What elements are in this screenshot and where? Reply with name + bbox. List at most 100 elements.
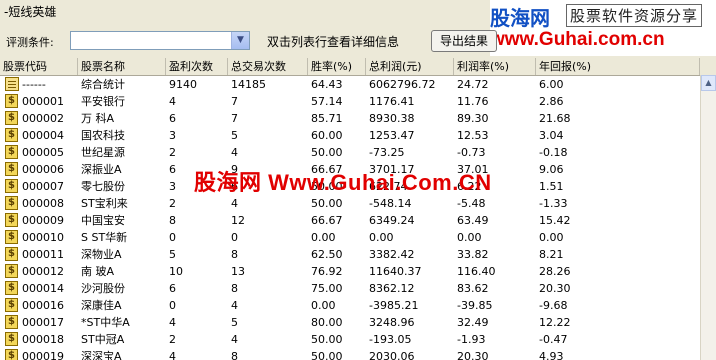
dollar-icon: $ (5, 247, 18, 261)
table-row[interactable]: 000017 *ST中华A 4 5 80.00 3248.96 32.49 12.22 $ (0, 314, 700, 331)
cell-wins: 6 (169, 282, 176, 295)
column-header-profit[interactable]: 总利润(元) (366, 58, 454, 75)
table-header: 股票代码 股票名称 盈利次数 总交易次数 胜率(%) 总利润(元) 利润率(%)… (0, 58, 700, 76)
dollar-icon: $ (5, 213, 18, 227)
cell-rate: 24.72 (457, 78, 489, 91)
cell-rate: 32.49 (457, 316, 489, 329)
cell-rate: 0.00 (457, 231, 482, 244)
dollar-icon: $ (5, 298, 18, 312)
column-header-code[interactable]: 股票代码 (0, 58, 78, 75)
scroll-up-icon[interactable]: ▲ (701, 75, 716, 91)
dollar-icon: $ (5, 264, 18, 278)
cell-winrate: 60.00 (311, 129, 343, 142)
dollar-icon: $ (5, 162, 18, 176)
table-row[interactable]: 000019 深深宝A 4 8 50.00 2030.06 20.30 4.93 $ (0, 348, 700, 360)
table-row[interactable]: 000001 平安银行 4 7 57.14 1176.41 11.76 2.86 $ (0, 93, 700, 110)
cell-name: 平安银行 (81, 95, 125, 108)
vertical-scrollbar[interactable]: ▲ (700, 75, 716, 360)
cell-name: 深物业A (81, 248, 122, 261)
cell-name: 零七股份 (81, 180, 125, 193)
cell-wins: 0 (169, 231, 176, 244)
export-button[interactable]: 导出结果 (431, 30, 497, 52)
cell-winrate: 50.00 (311, 197, 343, 210)
table-row[interactable]: 000011 深物业A 5 8 62.50 3382.42 33.82 8.21 $ (0, 246, 700, 263)
cell-annual: 2.86 (539, 95, 564, 108)
cell-rate: 89.30 (457, 112, 489, 125)
table-row[interactable]: 000002 万 科A 6 7 85.71 8930.38 89.30 21.68 $ (0, 110, 700, 127)
cell-winrate: 80.00 (311, 316, 343, 329)
cell-wins: 0 (169, 299, 176, 312)
cell-name: 万 科A (81, 112, 115, 125)
dollar-icon: $ (5, 281, 18, 295)
cell-annual: -0.18 (539, 146, 568, 159)
cell-wins: 2 (169, 197, 176, 210)
cell-name: 国农科技 (81, 129, 125, 142)
chevron-down-icon[interactable]: ▼ (231, 32, 249, 49)
dollar-icon: $ (5, 94, 18, 108)
cell-trades: 7 (231, 112, 238, 125)
cell-wins: 5 (169, 248, 176, 261)
cell-trades: 8 (231, 282, 238, 295)
cell-trades: 7 (231, 95, 238, 108)
cell-rate: -0.73 (457, 146, 486, 159)
cell-winrate: 50.00 (311, 350, 343, 360)
column-header-trades[interactable]: 总交易次数 (228, 58, 308, 75)
cell-profit: 6062796.72 (369, 78, 436, 91)
cell-winrate: 64.43 (311, 78, 343, 91)
column-header-name[interactable]: 股票名称 (78, 58, 166, 75)
column-header-annual[interactable]: 年回报(%) (536, 58, 700, 75)
cell-trades: 0 (231, 231, 238, 244)
cell-trades: 4 (231, 197, 238, 210)
cell-annual: 9.06 (539, 163, 564, 176)
column-header-winrate[interactable]: 胜率(%) (308, 58, 366, 75)
filter-select[interactable]: ▼ (70, 31, 250, 50)
dollar-icon: $ (5, 179, 18, 193)
cell-name: S ST华新 (81, 231, 128, 244)
cell-trades: 5 (231, 129, 238, 142)
dollar-icon: $ (5, 349, 18, 360)
cell-name: 沙河股份 (81, 282, 125, 295)
cell-profit: 11640.37 (369, 265, 422, 278)
cell-rate: -5.48 (457, 197, 486, 210)
cell-name: 南 玻A (81, 265, 115, 278)
column-header-wins[interactable]: 盈利次数 (166, 58, 228, 75)
table-row[interactable]: 000004 国农科技 3 5 60.00 1253.47 12.53 3.04 $ (0, 127, 700, 144)
table-row[interactable]: 000010 S ST华新 0 0 0.00 0.00 0.00 0.00 $ (0, 229, 700, 246)
watermark-text: 股海网 Www.Guhai.Com.CN (194, 170, 492, 195)
cell-annual: 6.00 (539, 78, 564, 91)
cell-name: 综合统计 (81, 78, 125, 91)
cell-profit: 8362.12 (369, 282, 415, 295)
hint-text: 双击列表行查看详细信息 (267, 35, 400, 49)
table-row[interactable]: 000009 中国宝安 8 12 66.67 6349.24 63.49 15.42 $ (0, 212, 700, 229)
cell-annual: 4.93 (539, 350, 564, 360)
cell-rate: 63.49 (457, 214, 489, 227)
cell-profit: -548.14 (369, 197, 412, 210)
cell-annual: -0.47 (539, 333, 568, 346)
cell-profit: -3985.21 (369, 299, 419, 312)
cell-annual: 21.68 (539, 112, 571, 125)
column-header-rate[interactable]: 利润率(%) (454, 58, 536, 75)
cell-profit: 0.00 (369, 231, 394, 244)
table-row[interactable]: ------ 综合统计 9140 14185 64.43 6062796.72 24.72 6… (0, 76, 700, 93)
cell-rate: -39.85 (457, 299, 493, 312)
cell-trades: 4 (231, 146, 238, 159)
cell-trades: 5 (231, 316, 238, 329)
table-row[interactable]: 000005 世纪星源 2 4 50.00 -73.25 -0.73 -0.18 $ (0, 144, 700, 161)
cell-name: ST中冠A (81, 333, 125, 346)
cell-name: 深康佳A (81, 299, 122, 312)
table-row[interactable]: 000012 南 玻A 10 13 76.92 11640.37 116.40 28.26 $ (0, 263, 700, 280)
cell-winrate: 57.14 (311, 95, 343, 108)
cell-annual: 3.04 (539, 129, 564, 142)
table-row[interactable]: 000018 ST中冠A 2 4 50.00 -193.05 -1.93 -0.47 $ (0, 331, 700, 348)
table-row[interactable]: 000014 沙河股份 6 8 75.00 8362.12 83.62 20.30 $ (0, 280, 700, 297)
table-row[interactable]: 000016 深康佳A 0 4 0.00 -3985.21 -39.85 -9.68 $ (0, 297, 700, 314)
dollar-icon: $ (5, 230, 18, 244)
table-row[interactable]: 000008 ST宝利来 2 4 50.00 -548.14 -5.48 -1.33 $ (0, 195, 700, 212)
cell-winrate: 0.00 (311, 231, 336, 244)
summary-icon (5, 77, 19, 91)
cell-wins: 2 (169, 146, 176, 159)
cell-rate: 11.76 (457, 95, 489, 108)
cell-annual: 12.22 (539, 316, 571, 329)
filter-label: 评测条件: (6, 36, 54, 49)
cell-rate: 33.82 (457, 248, 489, 261)
